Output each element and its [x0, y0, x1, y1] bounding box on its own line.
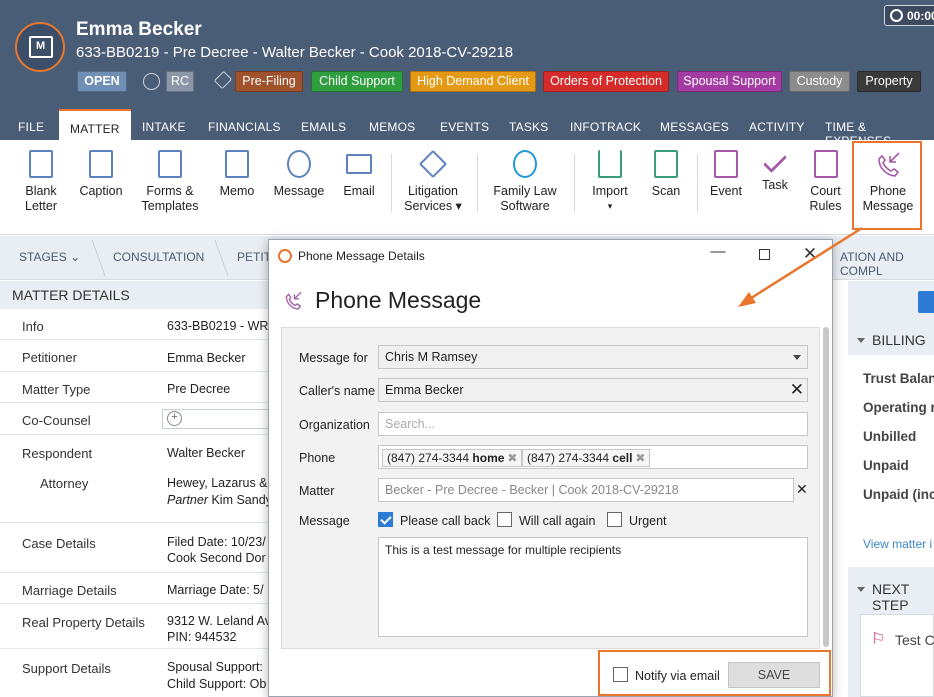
arrow-head	[738, 292, 756, 307]
annotation-arrow	[738, 226, 863, 307]
arrow-line	[747, 226, 863, 302]
